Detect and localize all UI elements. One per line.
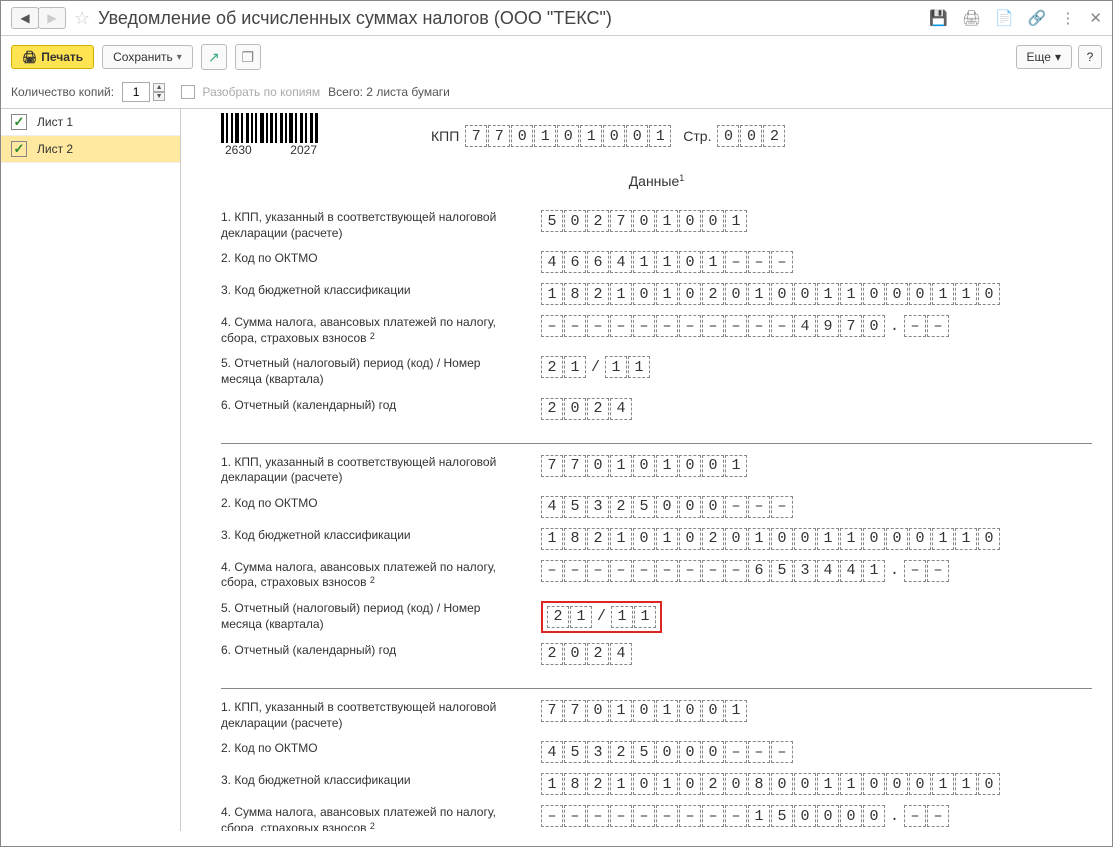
print-button[interactable]: 🖨 Печать — [11, 45, 94, 69]
field-label: 3. Код бюджетной классификации — [221, 283, 511, 299]
back-button[interactable]: ◀ — [11, 7, 39, 29]
kpp-cells: 770101001 — [465, 125, 671, 147]
data-block: 1. КПП, указанный в соответствующей нало… — [221, 199, 1092, 444]
field-value: 18210102010011000110 — [541, 528, 1000, 550]
field-label: 6. Отчетный (календарный) год — [221, 643, 511, 659]
barcode: 2630 2027 — [221, 113, 321, 157]
field-value: 18210102080011000110 — [541, 773, 1000, 795]
section-title: Данные1 — [221, 163, 1092, 199]
sidebar: ✓ Лист 1 ✓ Лист 2 — [1, 109, 181, 831]
field-label: 5. Отчетный (налоговый) период (код) / Н… — [221, 356, 511, 387]
sidebar-item-label: Лист 2 — [37, 142, 73, 156]
checkbox-icon[interactable]: ✓ — [11, 114, 27, 130]
field-label: 1. КПП, указанный в соответствующей нало… — [221, 455, 511, 486]
field-value: 502701001 — [541, 210, 747, 232]
page-cells: 002 — [717, 125, 785, 147]
sidebar-item[interactable]: ✓ Лист 1 — [1, 109, 180, 136]
field-label: 2. Код по ОКТМО — [221, 251, 511, 267]
sidebar-item-label: Лист 1 — [37, 115, 73, 129]
field-label: 4. Сумма налога, авансовых платежей по н… — [221, 805, 511, 831]
page-label: Стр. — [683, 128, 711, 144]
field-value: –––––––––150000.–– — [541, 805, 949, 827]
help-button[interactable]: ? — [1078, 45, 1102, 69]
highlighted-period: 21/11 — [541, 601, 662, 633]
field-label: 2. Код по ОКТМО — [221, 741, 511, 757]
window-title: Уведомление об исчисленных суммах налого… — [98, 8, 612, 29]
total-pages-label: Всего: 2 листа бумаги — [328, 85, 450, 99]
field-label: 6. Отчетный (календарный) год — [221, 398, 511, 414]
field-value: 2024 — [541, 643, 632, 665]
copies-row: Количество копий: ▲ ▼ Разобрать по копия… — [1, 78, 1112, 108]
sidebar-item[interactable]: ✓ Лист 2 — [1, 136, 180, 163]
field-value: 21/11 — [541, 601, 662, 633]
separate-by-copies-checkbox[interactable]: Разобрать по копиям — [181, 85, 320, 100]
field-value: –––––––––653441.–– — [541, 560, 949, 582]
link-icon[interactable]: 🔗 — [1028, 9, 1047, 27]
copies-input[interactable] — [122, 82, 150, 102]
field-value: 770101001 — [541, 700, 747, 722]
field-label: 2. Код по ОКТМО — [221, 496, 511, 512]
window-header: ◀ ▶ ☆ Уведомление об исчисленных суммах … — [1, 1, 1112, 36]
field-value: 45325000––– — [541, 741, 793, 763]
field-value: –––––––––––4970.–– — [541, 315, 949, 337]
field-label: 1. КПП, указанный в соответствующей нало… — [221, 210, 511, 241]
kebab-menu-icon[interactable]: ⋮ — [1060, 9, 1075, 27]
print-icon[interactable]: 🖨 — [962, 9, 981, 27]
printer-icon: 🖨 — [22, 50, 37, 64]
copy-button[interactable]: ❐ — [235, 44, 261, 70]
data-block: 1. КПП, указанный в соответствующей нало… — [221, 689, 1092, 831]
field-label: 3. Код бюджетной классификации — [221, 773, 511, 789]
save-icon[interactable]: 💾 — [929, 9, 948, 27]
forward-button[interactable]: ▶ — [38, 7, 66, 29]
copies-label: Количество копий: — [11, 85, 114, 99]
checkbox-icon[interactable]: ✓ — [11, 141, 27, 157]
field-label: 4. Сумма налога, авансовых платежей по н… — [221, 560, 511, 591]
save-dropdown-button[interactable]: Сохранить ▾ — [102, 45, 193, 69]
kpp-label: КПП — [431, 128, 459, 144]
field-value: 2024 — [541, 398, 632, 420]
close-icon[interactable]: ✕ — [1089, 9, 1102, 27]
favorite-star-icon[interactable]: ☆ — [74, 8, 90, 29]
field-value: 770101001 — [541, 455, 747, 477]
chevron-down-icon: ▾ — [177, 52, 182, 63]
data-block: 1. КПП, указанный в соответствующей нало… — [221, 444, 1092, 689]
field-label: 3. Код бюджетной классификации — [221, 528, 511, 544]
field-label: 4. Сумма налога, авансовых платежей по н… — [221, 315, 511, 346]
field-value: 21/11 — [541, 356, 650, 378]
toolbar: 🖨 Печать Сохранить ▾ ↗ ❐ Еще ▾ ? — [1, 36, 1112, 78]
spinner-down-icon[interactable]: ▼ — [153, 92, 165, 101]
field-label: 5. Отчетный (налоговый) период (код) / Н… — [221, 601, 511, 632]
external-open-button[interactable]: ↗ — [201, 44, 227, 70]
preview-icon[interactable]: 📄 — [995, 9, 1014, 27]
copies-spinner[interactable]: ▲ ▼ — [153, 83, 165, 101]
field-value: 18210102010011000110 — [541, 283, 1000, 305]
more-button[interactable]: Еще ▾ — [1016, 45, 1072, 69]
document-preview[interactable]: 2630 2027 КПП 770101001 Стр. 002 Данные1… — [181, 109, 1112, 831]
field-label: 1. КПП, указанный в соответствующей нало… — [221, 700, 511, 731]
spinner-up-icon[interactable]: ▲ — [153, 83, 165, 92]
chevron-down-icon: ▾ — [1055, 50, 1061, 64]
field-value: 46641101––– — [541, 251, 793, 273]
field-value: 45325000––– — [541, 496, 793, 518]
